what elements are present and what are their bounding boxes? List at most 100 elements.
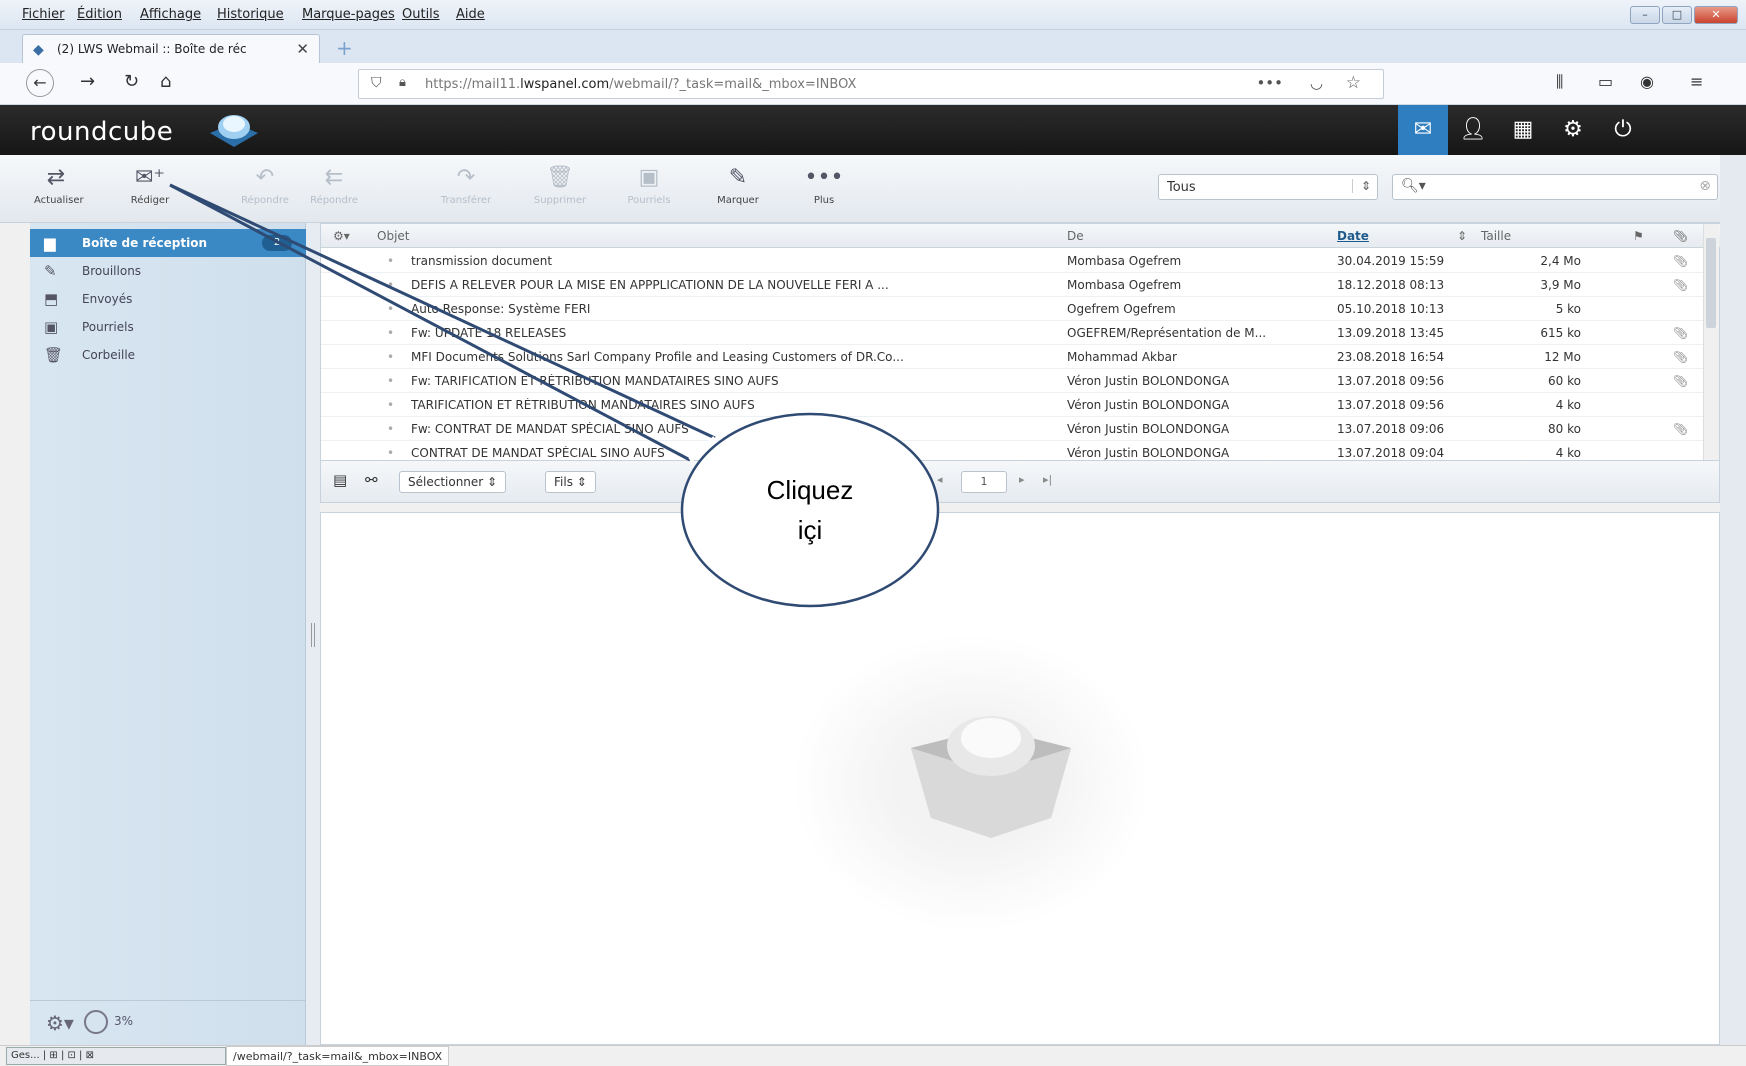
folder-junk[interactable]: ▣ Pourriels	[30, 313, 306, 341]
forward-button[interactable]: ↷ Transférer	[436, 165, 496, 206]
mail-icon[interactable]: ✉	[1398, 105, 1448, 155]
roundcube-logo: roundcube	[30, 117, 174, 147]
forward-icon[interactable]: →	[80, 71, 95, 92]
folder-inbox[interactable]: ▆ Boîte de réception 2	[30, 229, 306, 257]
reload-icon[interactable]: ↻	[124, 71, 139, 92]
menu-affichage[interactable]: Affichage	[140, 7, 201, 22]
pocket-icon[interactable]: ◡	[1310, 74, 1323, 92]
message-date: 13.07.2018 09:56	[1337, 374, 1445, 388]
more-button[interactable]: ••• Plus	[804, 165, 844, 206]
marker-icon: ✎	[728, 165, 748, 190]
clear-search-icon[interactable]: ⊗	[1699, 178, 1711, 194]
refresh-button[interactable]: ⇄ Actualiser	[34, 165, 84, 206]
url-text: https://mail11.lwspanel.com/webmail/?_ta…	[425, 77, 857, 92]
table-row[interactable]: • Fw: UPDATE 18 RELEASES OGEFREM/Représent…	[321, 321, 1705, 345]
message-from: Mohammad Akbar	[1067, 350, 1177, 364]
select-dropdown[interactable]: Sélectionner ⇕	[399, 471, 507, 493]
folder-drafts[interactable]: ✎ Brouillons	[30, 257, 306, 285]
message-from: Mombasa Ogefrem	[1067, 254, 1182, 268]
menu-fichier[interactable]: Fichier	[22, 7, 65, 22]
bookmark-star-icon[interactable]: ☆	[1346, 73, 1361, 93]
page-number-input[interactable]: 1	[961, 471, 1007, 493]
column-from[interactable]: De	[1067, 229, 1084, 243]
message-subject: CONTRAT DE MANDAT SPÉCIAL SINO AUFS	[411, 446, 665, 460]
compose-button[interactable]: ✉⁺ Rédiger	[126, 165, 174, 206]
reply-all-button[interactable]: ⇇ Répondre	[304, 165, 364, 206]
next-page-icon[interactable]: ▸	[1019, 473, 1025, 486]
hamburger-menu-icon[interactable]: ≡	[1690, 72, 1703, 91]
table-row[interactable]: • TARIFICATION ET RÉTRIBUTION MANDATAIRES…	[321, 393, 1705, 417]
lock-icon[interactable]: 🔒︎	[399, 75, 406, 90]
shield-icon[interactable]: ⛉	[371, 75, 382, 91]
table-row[interactable]: • Auto Response: Système FERI Ogefrem Ogef…	[321, 297, 1705, 321]
inbox-icon: ▆	[44, 234, 56, 252]
menu-aide[interactable]: Aide	[456, 7, 485, 22]
library-icon[interactable]: ⫼	[1556, 72, 1563, 92]
reply-button[interactable]: ↶ Répondre	[240, 165, 290, 206]
sidebar-toggle-icon[interactable]: ▭	[1598, 72, 1613, 91]
account-icon[interactable]: ◉	[1640, 72, 1654, 91]
message-date: 23.08.2018 16:54	[1337, 350, 1445, 364]
table-row[interactable]: • Fw: TARIFICATION ET RÉTRIBUTION MANDATA…	[321, 369, 1705, 393]
new-tab-icon[interactable]: +	[336, 36, 353, 60]
folder-sent[interactable]: ⬒ Envoyés	[30, 285, 306, 313]
logout-icon[interactable]: ⏻	[1598, 105, 1648, 155]
delete-button[interactable]: 🗑︎ Supprimer	[530, 165, 590, 206]
message-size: 80 ko	[1548, 422, 1581, 436]
search-input[interactable]: 🔍︎▾ ⊗	[1392, 174, 1718, 200]
table-row[interactable]: • MFI Documents Solutions Sarl Company Pr…	[321, 345, 1705, 369]
threads-view-icon[interactable]: ⚯	[365, 471, 378, 489]
flag-column-icon[interactable]: ⚑	[1633, 229, 1644, 243]
column-size[interactable]: Taille	[1481, 229, 1511, 243]
menu-edition[interactable]: Édition	[77, 7, 122, 22]
attachment-column-icon[interactable]: 📎︎	[1673, 229, 1688, 243]
maximize-button[interactable]: □	[1662, 6, 1692, 24]
minimize-button[interactable]: –	[1630, 6, 1660, 24]
browser-tab[interactable]: ◆ (2) LWS Webmail :: Boîte de réc ✕	[22, 34, 320, 63]
folder-trash[interactable]: 🗑︎ Corbeille	[30, 341, 306, 369]
navigation-bar: ← → ↻ ⌂ ⛉ 🔒︎ https://mail11.lwspanel.com…	[0, 63, 1746, 105]
message-list-header: ⚙▾ Objet De Date ⇕ Taille ⚑ 📎︎	[321, 224, 1721, 248]
close-window-button[interactable]: ✕	[1694, 6, 1738, 24]
mark-button[interactable]: ✎ Marquer	[712, 165, 764, 206]
tab-favicon-icon: ◆	[33, 42, 44, 58]
folder-actions-gear-icon[interactable]: ⚙▾	[46, 1011, 74, 1035]
sidebar-splitter[interactable]	[306, 223, 320, 1045]
search-icon[interactable]: 🔍︎▾	[1401, 178, 1426, 194]
table-row[interactable]: • DEFIS A RELEVER POUR LA MISE EN APPPLIC…	[321, 273, 1705, 297]
page-actions-icon[interactable]: •••	[1256, 74, 1283, 92]
junk-button[interactable]: ▣ Pourriels	[622, 165, 676, 206]
taskbar-button[interactable]: Ges... | ⊞ | ⊡ | ⊠	[6, 1047, 226, 1065]
message-list-scrollbar[interactable]	[1703, 224, 1719, 460]
column-subject[interactable]: Objet	[377, 229, 409, 243]
attachment-icon: 📎︎	[1673, 326, 1689, 340]
filter-select[interactable]: Tous ⇕	[1158, 174, 1378, 200]
column-date[interactable]: Date	[1337, 229, 1369, 243]
unread-dot-icon: •	[387, 254, 395, 268]
last-page-icon[interactable]: ▸|	[1043, 473, 1052, 486]
select-arrows-icon: ⇕	[1351, 179, 1371, 193]
contacts-icon[interactable]: 👤︎	[1448, 105, 1498, 155]
close-tab-icon[interactable]: ✕	[296, 40, 309, 58]
url-bar[interactable]: ⛉ 🔒︎ https://mail11.lwspanel.com/webmail…	[358, 69, 1384, 99]
list-options-gear-icon[interactable]: ⚙▾	[333, 229, 350, 243]
threads-dropdown[interactable]: Fils ⇕	[545, 471, 596, 493]
refresh-icon: ⇄	[46, 165, 66, 190]
list-view-icon[interactable]: ▤	[333, 471, 347, 489]
table-row[interactable]: • transmission document Mombasa Ogefrem 30.…	[321, 249, 1705, 273]
menu-historique[interactable]: Historique	[217, 7, 284, 22]
back-icon[interactable]: ←	[26, 69, 54, 97]
unread-dot-icon: •	[387, 446, 395, 460]
menu-outils[interactable]: Outils	[402, 7, 440, 22]
message-subject: Auto Response: Système FERI	[411, 302, 591, 316]
home-icon[interactable]: ⌂	[160, 71, 171, 92]
settings-icon[interactable]: ⚙	[1548, 105, 1598, 155]
calendar-icon[interactable]: ▦	[1498, 105, 1548, 155]
message-list-footer: ▤ ⚯ Sélectionner ⇕ Fils ⇕ |◂ ◂ 1 ▸ ▸|	[320, 461, 1720, 503]
message-size: 5 ko	[1555, 302, 1581, 316]
quota-icon	[84, 1010, 108, 1034]
window-controls: – □ ✕	[1630, 6, 1738, 24]
table-row[interactable]: • Fw: CONTRAT DE MANDAT SPÉCIAL SINO AUFS…	[321, 417, 1705, 441]
menu-marque-pages[interactable]: Marque-pages	[302, 7, 395, 22]
message-subject: Fw: TARIFICATION ET RÉTRIBUTION MANDATAI…	[411, 374, 779, 388]
